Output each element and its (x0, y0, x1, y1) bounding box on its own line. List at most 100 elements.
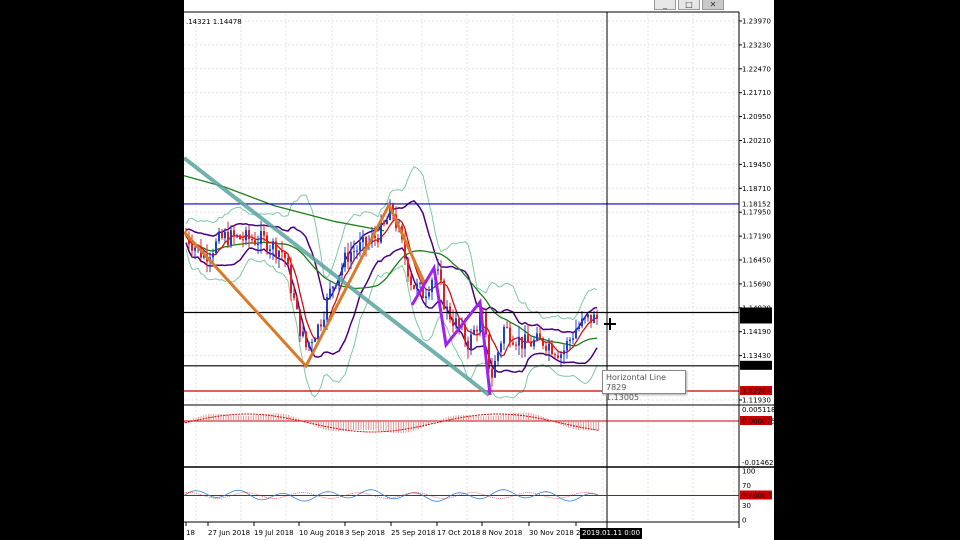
candle-body (431, 279, 433, 293)
object-tooltip: Horizontal Line 7829 1.13005 (602, 370, 686, 402)
candle-body (215, 241, 217, 254)
chart-window[interactable]: 0.005118 -0.014627 0.000075 100 70 30 0 50.000… (184, 0, 774, 540)
candle-body (218, 232, 220, 242)
price-label-low: 1.13005 (742, 362, 771, 370)
candle-body (308, 342, 310, 348)
price-tick-label: 1.15690 (742, 280, 771, 288)
maximize-button[interactable]: □ (678, 0, 700, 10)
close-button[interactable]: ✕ (702, 0, 724, 10)
candle-body (530, 342, 532, 347)
candle-body (407, 258, 409, 277)
candle-body (299, 309, 301, 337)
candle-body (221, 232, 223, 239)
candle-body (287, 258, 289, 265)
time-tick-label: 19 Jul 2018 (254, 529, 294, 537)
time-tick-label: 3 Sep 2018 (345, 529, 385, 537)
candle-body (467, 340, 469, 350)
candle-body (344, 252, 346, 268)
candle-body (578, 326, 580, 329)
price-tick-label: 1.20950 (742, 113, 771, 121)
candle-body (515, 344, 517, 346)
price-tick-label: 1.17190 (742, 233, 771, 241)
candle-body (326, 297, 328, 320)
candle-body (317, 324, 319, 339)
chart-canvas[interactable]: 0.005118 -0.014627 0.000075 100 70 30 0 50.000… (184, 0, 774, 540)
candle-body (563, 350, 565, 355)
candle-body (524, 334, 526, 349)
candle-body (566, 341, 568, 351)
candle-body (284, 252, 286, 259)
candle-body (293, 293, 295, 298)
time-tick-label: 8 Nov 2018 (482, 529, 522, 537)
candle-body (542, 338, 544, 346)
candle-body (260, 231, 262, 245)
candle-body (356, 250, 358, 252)
candle-body (533, 339, 535, 347)
price-label-high: 1.18152 (742, 200, 771, 208)
time-tick-label: 17 Oct 2018 (437, 529, 480, 537)
rsi-tick-label: 100 (742, 468, 755, 476)
candle-body (584, 317, 586, 319)
candle-body (239, 235, 241, 240)
candle-body (413, 285, 415, 289)
candle-body (233, 230, 235, 236)
candle-body (500, 343, 502, 353)
candle-body (581, 318, 583, 327)
candle-body (212, 253, 214, 258)
candle-body (194, 247, 196, 251)
candle-body (470, 334, 472, 350)
candle-body (362, 236, 364, 243)
candle-body (383, 221, 385, 225)
candle-body (359, 242, 361, 251)
candle-body (269, 249, 271, 252)
window-controls: _ □ ✕ (654, 0, 724, 11)
candle-body (557, 355, 559, 358)
candle-body (518, 336, 520, 346)
candle-body (419, 282, 421, 284)
candle-body (314, 338, 316, 343)
rsi-tick-label: 0 (742, 517, 746, 525)
candle-body (440, 269, 442, 281)
candle-body (386, 220, 388, 225)
candle-body (278, 250, 280, 258)
tooltip-object-value: 1.13005 (606, 393, 640, 402)
price-tick-label: 1.23230 (742, 41, 771, 49)
candle-body (341, 267, 343, 276)
candle-body (548, 343, 550, 351)
candle-body (446, 306, 448, 310)
price-tick-label: 1.17950 (742, 209, 771, 217)
candle-body (455, 318, 457, 326)
price-tick-label: 1.22470 (742, 65, 771, 73)
candle-body (572, 338, 574, 340)
candle-body (503, 326, 505, 344)
candle-body (227, 231, 229, 246)
candle-body (365, 236, 367, 246)
candle-body (323, 319, 325, 327)
candle-body (575, 328, 577, 339)
candle-body (302, 331, 304, 337)
candle-body (248, 230, 250, 240)
price-tick-label: 1.23970 (742, 18, 771, 26)
candle-body (275, 241, 277, 258)
candle-body (488, 334, 490, 369)
candle-body (512, 342, 514, 345)
candle-body (410, 276, 412, 286)
candle-body (452, 319, 454, 326)
candle-body (332, 286, 334, 289)
price-tick-label: 1.21710 (742, 89, 771, 97)
candle-body (485, 312, 487, 335)
candle-body (230, 230, 232, 246)
price-tick-label: 1.19450 (742, 161, 771, 169)
candle-body (416, 283, 418, 289)
candle-body (437, 269, 439, 271)
candle-body (263, 231, 265, 236)
candle-body (476, 329, 478, 332)
candle-body (569, 339, 571, 342)
candle-body (473, 329, 475, 335)
time-tick-label: 27 Jun 2018 (208, 529, 250, 537)
minimize-button[interactable]: _ (654, 0, 676, 10)
candle-body (554, 354, 556, 356)
candle-body (272, 241, 274, 250)
candle-body (596, 314, 598, 319)
candle-body (266, 235, 268, 252)
